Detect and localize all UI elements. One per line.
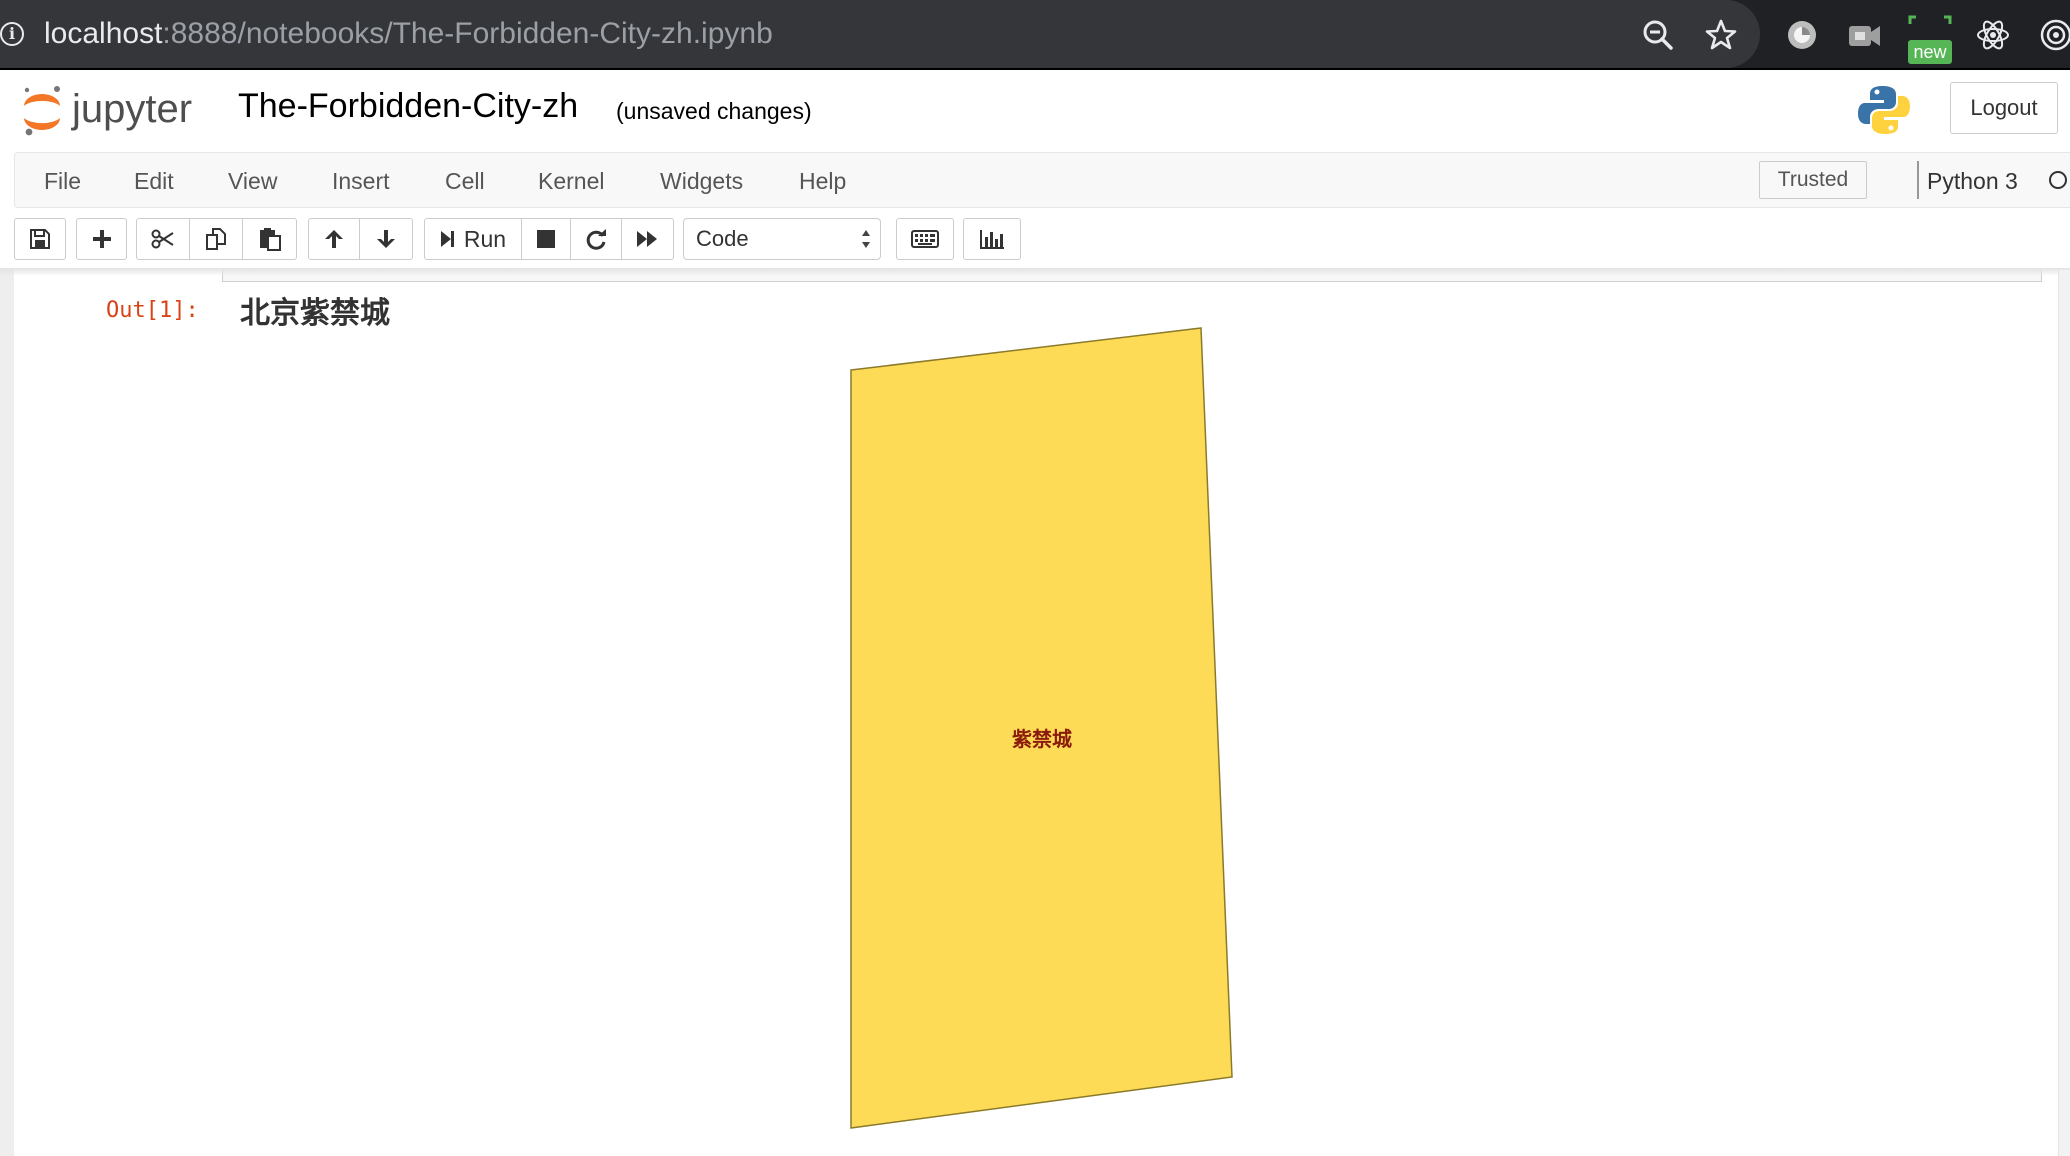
menu-insert[interactable]: Insert — [332, 166, 390, 196]
forbidden-city-label: 紫禁城 — [1012, 727, 1072, 751]
extension-target-icon[interactable] — [2038, 17, 2070, 53]
insert-cell-button[interactable] — [76, 218, 127, 260]
save-button[interactable] — [14, 218, 66, 260]
kernel-separator — [1917, 161, 1919, 199]
menu-edit[interactable]: Edit — [134, 166, 174, 196]
menu-kernel[interactable]: Kernel — [538, 166, 604, 196]
command-palette-button[interactable] — [896, 218, 954, 260]
cell-type-value: Code — [696, 226, 749, 251]
chart-extension-button[interactable] — [963, 218, 1021, 260]
kernel-idle-indicator-icon — [2049, 171, 2067, 189]
url-host: localhost — [44, 17, 163, 50]
run-button[interactable]: Run — [424, 218, 522, 260]
browser-toolbar: i localhost:8888/notebooks/The-Forbidden… — [0, 0, 2070, 70]
menu-view[interactable]: View — [228, 166, 277, 196]
jupyter-logo-text: jupyter — [71, 87, 192, 131]
url-text[interactable]: localhost:8888/notebooks/The-Forbidden-C… — [44, 12, 773, 56]
menu-cell[interactable]: Cell — [445, 166, 485, 196]
menu-file[interactable]: File — [44, 166, 81, 196]
notebook-area: Out[1]: 北京紫禁城 紫禁城 — [0, 270, 2070, 1156]
plus-icon — [92, 230, 111, 248]
move-down-button[interactable] — [359, 218, 413, 260]
notebook-header: jupyter The-Forbidden-City-zh (unsaved c… — [0, 70, 2070, 152]
paste-icon — [259, 228, 281, 251]
python-logo-icon — [1858, 86, 1910, 134]
react-devtools-icon[interactable] — [1975, 17, 2011, 53]
map-output: 紫禁城 — [850, 327, 1233, 1129]
restart-run-all-button[interactable] — [621, 218, 674, 260]
arrow-up-icon — [325, 230, 343, 248]
bar-chart-icon — [980, 230, 1004, 249]
copy-icon — [206, 228, 226, 250]
toolbar-shadow — [0, 268, 2070, 276]
restart-kernel-button[interactable] — [570, 218, 622, 260]
move-up-button[interactable] — [308, 218, 360, 260]
arrow-down-icon — [377, 230, 395, 248]
scrollbar-track[interactable] — [2058, 270, 2070, 1156]
extension-new-icon[interactable] — [1906, 14, 1954, 24]
save-icon — [30, 229, 50, 249]
bookmark-star-icon[interactable] — [1703, 17, 1739, 53]
run-label: Run — [463, 225, 507, 252]
kernel-name: Python 3 — [1927, 168, 2018, 194]
interrupt-kernel-button[interactable] — [521, 218, 571, 260]
notebook-container: Out[1]: 北京紫禁城 紫禁城 — [14, 270, 2070, 1156]
extension-camera-icon[interactable] — [1846, 17, 1882, 53]
new-badge[interactable]: new — [1908, 40, 1952, 64]
zoom-out-icon[interactable] — [1640, 17, 1676, 53]
address-bar[interactable]: i localhost:8888/notebooks/The-Forbidden… — [0, 0, 1760, 68]
select-arrows-icon — [862, 230, 870, 248]
menu-bar: File Edit View Insert Cell Kernel Widget… — [14, 152, 2070, 208]
fast-forward-icon — [636, 231, 657, 247]
cut-icon — [151, 229, 174, 249]
save-status: (unsaved changes) — [616, 98, 812, 124]
jupyter-logo[interactable]: jupyter — [20, 80, 215, 140]
cell-type-select[interactable]: Code — [683, 218, 881, 260]
restart-icon — [586, 229, 606, 250]
run-icon — [440, 231, 454, 247]
keyboard-icon — [911, 230, 939, 248]
trusted-indicator[interactable]: Trusted — [1759, 161, 1867, 199]
info-icon[interactable]: i — [0, 22, 24, 46]
notebook-title[interactable]: The-Forbidden-City-zh — [238, 84, 578, 128]
logout-button[interactable]: Logout — [1950, 82, 2058, 134]
copy-button[interactable] — [189, 218, 243, 260]
url-path: :8888/notebooks/The-Forbidden-City-zh.ip… — [162, 17, 773, 50]
paste-button[interactable] — [242, 218, 297, 260]
notebook-toolbar: Run Code — [0, 208, 2070, 270]
menu-help[interactable]: Help — [799, 166, 846, 196]
extension-circle-icon[interactable] — [1784, 17, 1820, 53]
menu-widgets[interactable]: Widgets — [660, 166, 743, 196]
cut-button[interactable] — [136, 218, 190, 260]
stop-icon — [537, 230, 555, 248]
